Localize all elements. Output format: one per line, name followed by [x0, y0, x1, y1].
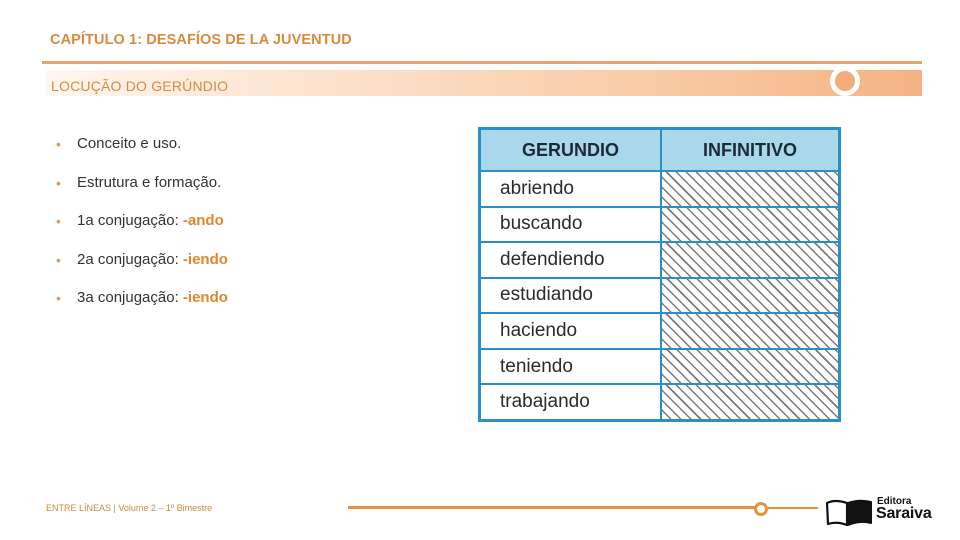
publisher-logo: Editora Saraiva	[825, 496, 940, 526]
gerundio-cell: teniendo	[478, 347, 662, 386]
footer-divider	[348, 506, 758, 509]
bullet-icon: •	[56, 174, 61, 191]
table-header-row: GERUNDIO INFINITIVO	[478, 127, 841, 172]
table-row: haciendo	[478, 312, 841, 350]
footer-divider-right	[768, 507, 818, 509]
bullet-icon: •	[56, 213, 61, 229]
header-divider	[42, 61, 922, 64]
chapter-title: CAPÍTULO 1: DESAFÍOS DE LA JUVENTUD	[50, 32, 352, 48]
bullet-text: 1a conjugação:	[77, 212, 183, 229]
book-icon	[825, 499, 872, 526]
footer-text: ENTRE LÍNEAS | Volume 2 – 1º Bimestre	[46, 503, 213, 513]
table-row: defendiendo	[478, 241, 841, 279]
infinitivo-cell-hatched	[660, 383, 841, 423]
table-row: trabajando	[478, 383, 841, 423]
infinitivo-cell-hatched	[660, 312, 841, 350]
bullet-suffix: -ando	[182, 212, 224, 229]
bullet-icon: •	[56, 251, 61, 268]
column-header-gerundio: GERUNDIO	[478, 127, 662, 172]
gerundio-cell: haciendo	[478, 312, 662, 350]
gerundio-cell: buscando	[478, 205, 662, 244]
ring-decoration-icon	[830, 66, 860, 96]
table-row: buscando	[478, 205, 841, 244]
section-title: LOCUÇÃO DO GERÚNDIO	[51, 78, 229, 94]
bullet-text: 2a conjugação:	[77, 250, 183, 268]
bullet-text: Estrutura e formação.	[77, 173, 222, 191]
gerundio-cell: trabajando	[478, 383, 662, 423]
bullet-icon: •	[56, 290, 61, 306]
infinitivo-cell-hatched	[660, 276, 841, 315]
column-header-infinitivo: INFINITIVO	[660, 127, 841, 172]
table-row: abriendo	[478, 170, 841, 208]
ring-decoration-icon	[754, 502, 768, 516]
gerundio-cell: defendiendo	[478, 241, 662, 279]
bullet-suffix: -iendo	[182, 250, 228, 268]
infinitivo-cell-hatched	[660, 347, 841, 386]
bullet-suffix: -iendo	[182, 289, 228, 306]
bullet-icon: •	[56, 136, 61, 152]
logo-text-saraiva: Saraiva	[876, 505, 932, 522]
infinitivo-cell-hatched	[660, 241, 841, 279]
infinitivo-cell-hatched	[660, 205, 841, 244]
infinitivo-cell-hatched	[660, 170, 841, 208]
table-row: estudiando	[478, 276, 841, 315]
gerundio-cell: estudiando	[478, 276, 662, 315]
table-row: teniendo	[478, 347, 841, 386]
bullet-text: 3a conjugação:	[77, 289, 183, 306]
bullet-text: Conceito e uso.	[77, 135, 182, 152]
gerundio-cell: abriendo	[478, 170, 662, 208]
gerund-infinitive-table: GERUNDIO INFINITIVO abriendo buscando de…	[478, 127, 841, 423]
